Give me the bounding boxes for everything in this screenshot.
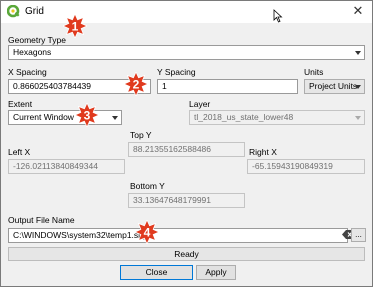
chevron-down-icon [112, 116, 118, 120]
layer-label: Layer [189, 99, 211, 109]
output-file-label: Output File Name [8, 215, 75, 225]
apply-button[interactable]: Apply [196, 265, 236, 280]
top-y-label: Top Y [130, 130, 152, 140]
annotation-badge-1: 1 [63, 14, 87, 38]
bottom-y-input[interactable]: 33.13647648179991 [128, 193, 245, 208]
progress-bar: Ready [8, 247, 365, 261]
geometry-type-value: Hexagons [13, 47, 52, 57]
progress-status: Ready [174, 249, 199, 259]
annotation-badge-4: 4 [135, 220, 159, 244]
extent-label: Extent [8, 99, 33, 109]
title-bar: Grid ✕ [1, 1, 372, 23]
extent-select[interactable]: Current Window [8, 110, 122, 125]
annotation-number: 4 [144, 225, 151, 239]
units-label: Units [304, 67, 324, 77]
window-title: Grid [25, 6, 44, 17]
left-x-label: Left X [8, 147, 31, 157]
y-spacing-input[interactable]: 1 [157, 79, 298, 94]
annotation-number: 1 [72, 19, 79, 33]
output-file-value: C:\WINDOWS\system32\temp1.shp [13, 230, 148, 240]
left-x-input[interactable]: -126.02113840849344 [8, 159, 125, 174]
qgis-icon [7, 5, 20, 18]
layer-select[interactable]: tl_2018_us_state_lower48 [189, 110, 365, 125]
units-value: Project Units [309, 81, 358, 91]
right-x-input[interactable]: -65.15943190849319 [247, 159, 365, 174]
output-file-input[interactable]: C:\WINDOWS\system32\temp1.shp [8, 228, 348, 243]
chevron-down-icon [355, 116, 361, 120]
close-window-icon[interactable]: ✕ [350, 3, 366, 19]
annotation-number: 3 [84, 108, 91, 122]
extent-value: Current Window [13, 112, 74, 122]
chevron-down-icon [355, 85, 361, 89]
right-x-label: Right X [249, 147, 277, 157]
annotation-badge-2: 2 [124, 72, 148, 96]
top-y-input[interactable]: 88.21355162588486 [128, 142, 245, 157]
y-spacing-label: Y Spacing [157, 67, 196, 77]
x-spacing-label: X Spacing [8, 67, 47, 77]
annotation-badge-3: 3 [75, 103, 99, 127]
units-select[interactable]: Project Units [304, 79, 365, 94]
layer-value: tl_2018_us_state_lower48 [194, 112, 294, 122]
geometry-type-select[interactable]: Hexagons [8, 45, 365, 60]
mouse-cursor-icon [273, 9, 283, 23]
geometry-type-label: Geometry Type [8, 35, 66, 45]
bottom-y-label: Bottom Y [130, 181, 165, 191]
grid-dialog: Grid ✕ Geometry Type Hexagons X Spacing … [0, 0, 373, 287]
close-button[interactable]: Close [120, 265, 193, 280]
annotation-number: 2 [133, 77, 140, 91]
browse-button[interactable]: ... [351, 228, 366, 242]
chevron-down-icon [355, 51, 361, 55]
